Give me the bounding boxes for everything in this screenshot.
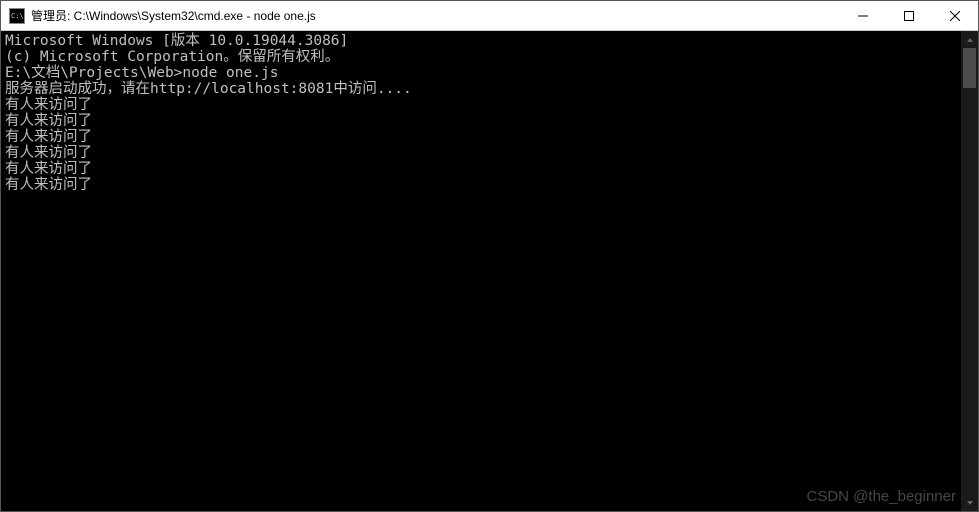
console-line: (c) Microsoft Corporation。保留所有权利。 [5, 49, 957, 65]
console-line: 服务器启动成功，请在http://localhost:8081中访问.... [5, 81, 957, 97]
console-line: 有人来访问了 [5, 177, 957, 193]
titlebar[interactable]: C:\ 管理员: C:\Windows\System32\cmd.exe - n… [1, 1, 978, 31]
scroll-thumb[interactable] [963, 48, 976, 88]
console-line: 有人来访问了 [5, 113, 957, 129]
svg-text:C:\: C:\ [11, 12, 24, 20]
cmd-icon: C:\ [9, 8, 25, 24]
console-area: Microsoft Windows [版本 10.0.19044.3086](c… [1, 31, 978, 511]
console-output[interactable]: Microsoft Windows [版本 10.0.19044.3086](c… [1, 31, 961, 511]
close-button[interactable] [932, 1, 978, 30]
cmd-window: C:\ 管理员: C:\Windows\System32\cmd.exe - n… [0, 0, 979, 512]
maximize-button[interactable] [886, 1, 932, 30]
console-line: 有人来访问了 [5, 97, 957, 113]
scroll-down-arrow[interactable] [961, 494, 978, 511]
console-line: 有人来访问了 [5, 129, 957, 145]
minimize-button[interactable] [840, 1, 886, 30]
window-title: 管理员: C:\Windows\System32\cmd.exe - node … [31, 7, 840, 24]
scroll-up-arrow[interactable] [961, 31, 978, 48]
console-line: E:\文档\Projects\Web>node one.js [5, 65, 957, 81]
console-line: Microsoft Windows [版本 10.0.19044.3086] [5, 33, 957, 49]
console-line: 有人来访问了 [5, 161, 957, 177]
scroll-track[interactable] [961, 48, 978, 494]
vertical-scrollbar[interactable] [961, 31, 978, 511]
window-controls [840, 1, 978, 30]
console-line: 有人来访问了 [5, 145, 957, 161]
